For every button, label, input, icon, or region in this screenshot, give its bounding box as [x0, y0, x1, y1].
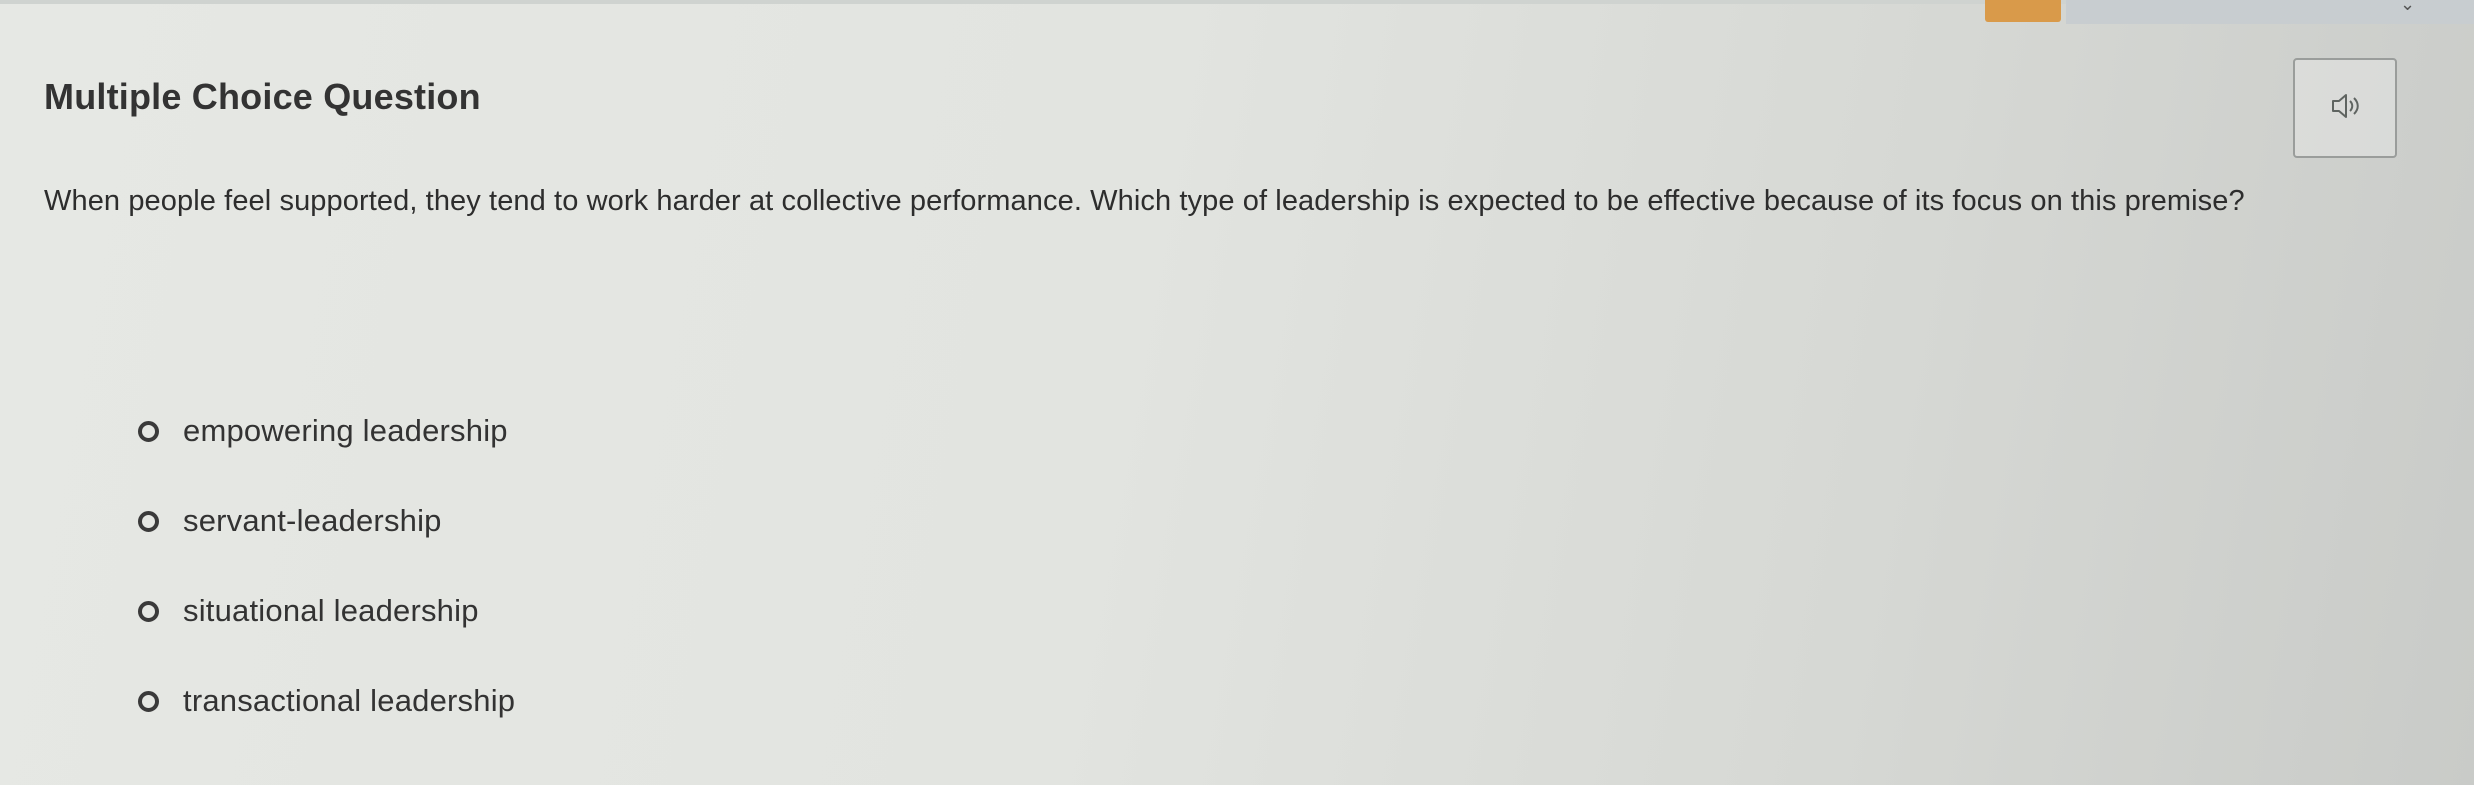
answer-option[interactable]: transactional leadership [138, 678, 515, 724]
chevron-down-icon[interactable]: ⌄ [2400, 0, 2420, 13]
question-prompt: When people feel supported, they tend to… [44, 185, 2245, 217]
radio-button[interactable] [138, 600, 159, 622]
radio-button[interactable] [138, 690, 159, 712]
answer-option[interactable]: situational leadership [138, 588, 515, 634]
radio-button[interactable] [138, 420, 159, 442]
answer-option[interactable]: empowering leadership [138, 408, 515, 454]
answer-option-label: transactional leadership [183, 683, 516, 718]
answer-option[interactable]: servant-leadership [138, 498, 515, 544]
radio-button[interactable] [138, 510, 159, 532]
speaker-icon [2325, 86, 2365, 131]
answer-option-label: servant-leadership [183, 503, 442, 538]
question-heading: Multiple Choice Question [44, 76, 481, 118]
answer-option-label: situational leadership [183, 593, 479, 628]
top-orange-tab[interactable] [1985, 0, 2061, 22]
answer-options: empowering leadership servant-leadership… [138, 408, 515, 724]
audio-button[interactable] [2293, 58, 2397, 158]
answer-option-label: empowering leadership [183, 413, 508, 448]
